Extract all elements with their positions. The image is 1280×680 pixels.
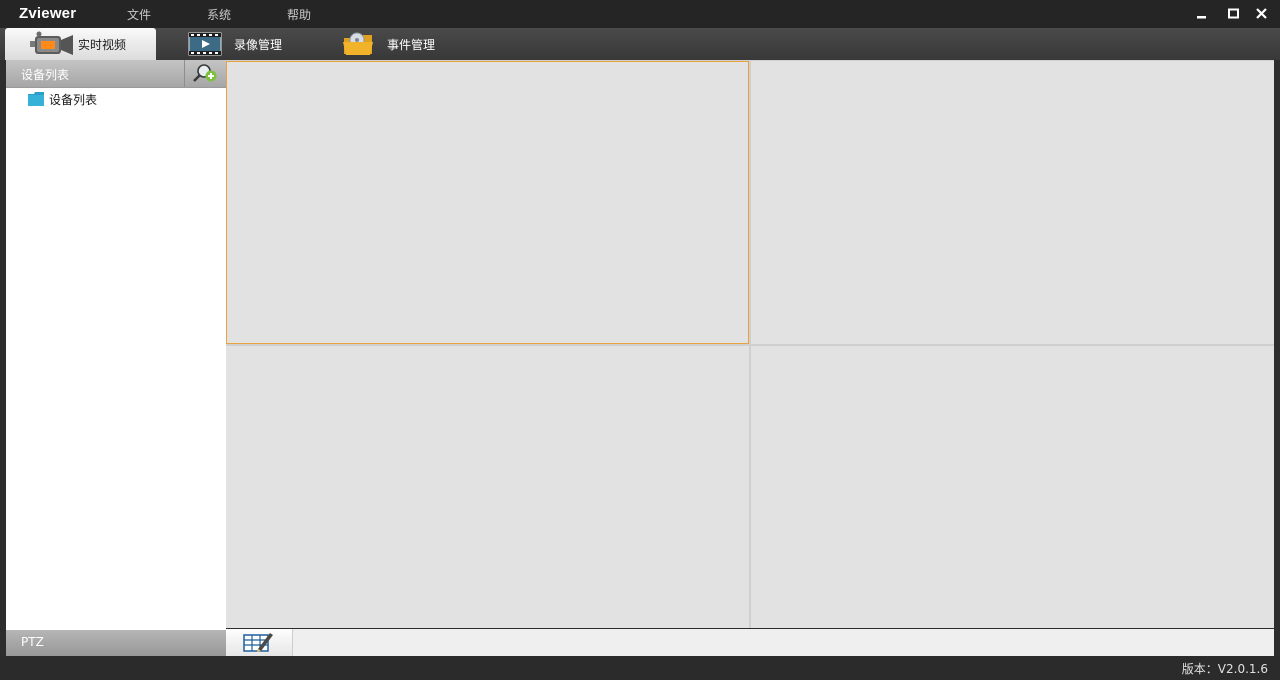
ptz-panel-toggle[interactable]: PTZ	[6, 630, 226, 656]
device-list-header: 设备列表	[6, 60, 226, 88]
menu-system[interactable]: 系统	[207, 6, 231, 23]
video-grid	[226, 60, 1274, 628]
menu-help[interactable]: 帮助	[287, 6, 311, 23]
tab-event-management-label: 事件管理	[387, 37, 436, 52]
maximize-icon	[1228, 8, 1239, 19]
main-tab-bar: 实时视频 录像管理 事件管理	[0, 28, 1280, 60]
tab-event-management[interactable]: 事件管理	[342, 28, 452, 60]
tab-record-management-label: 录像管理	[234, 37, 283, 52]
tab-record-management[interactable]: 录像管理	[188, 28, 298, 60]
video-toolbar	[226, 629, 1274, 656]
video-cell-4[interactable]	[751, 346, 1274, 628]
grid-layout-button[interactable]	[226, 629, 293, 656]
app-title: Zviewer	[19, 5, 77, 22]
search-add-device-button[interactable]	[184, 60, 227, 87]
device-list-header-label: 设备列表	[21, 68, 70, 82]
folder-icon	[28, 92, 44, 106]
video-cell-2[interactable]	[751, 61, 1274, 344]
search-add-icon	[193, 64, 217, 82]
minimize-icon	[1197, 16, 1206, 19]
minimize-button[interactable]	[1194, 6, 1210, 22]
close-icon	[1256, 8, 1267, 19]
film-playback-icon	[188, 32, 222, 56]
video-camera-icon	[30, 31, 73, 55]
grid-edit-icon	[243, 633, 273, 652]
video-cell-3[interactable]	[226, 346, 749, 628]
close-button[interactable]	[1254, 6, 1270, 22]
title-bar: Zviewer 文件 系统 帮助	[0, 0, 1280, 28]
tab-live-video[interactable]: 实时视频	[5, 28, 156, 60]
device-list-panel: 设备列表 设备列表 PTZ	[6, 60, 226, 656]
tab-live-video-label: 实时视频	[78, 37, 127, 52]
app-window: Zviewer 文件 系统 帮助 实时视频 录像管理 事件管理 设备列表 设备列…	[0, 0, 1280, 680]
folder-disc-icon	[343, 32, 373, 55]
video-cell-1[interactable]	[226, 61, 749, 344]
ptz-label: PTZ	[21, 635, 44, 649]
status-bar: 版本：V2.0.1.6	[0, 656, 1280, 680]
tree-node-label: 设备列表	[49, 92, 98, 107]
tree-node-device-list[interactable]: 设备列表	[28, 90, 97, 108]
menu-file[interactable]: 文件	[127, 6, 151, 23]
version-label: 版本：V2.0.1.6	[1181, 662, 1268, 676]
maximize-button[interactable]	[1226, 6, 1242, 22]
